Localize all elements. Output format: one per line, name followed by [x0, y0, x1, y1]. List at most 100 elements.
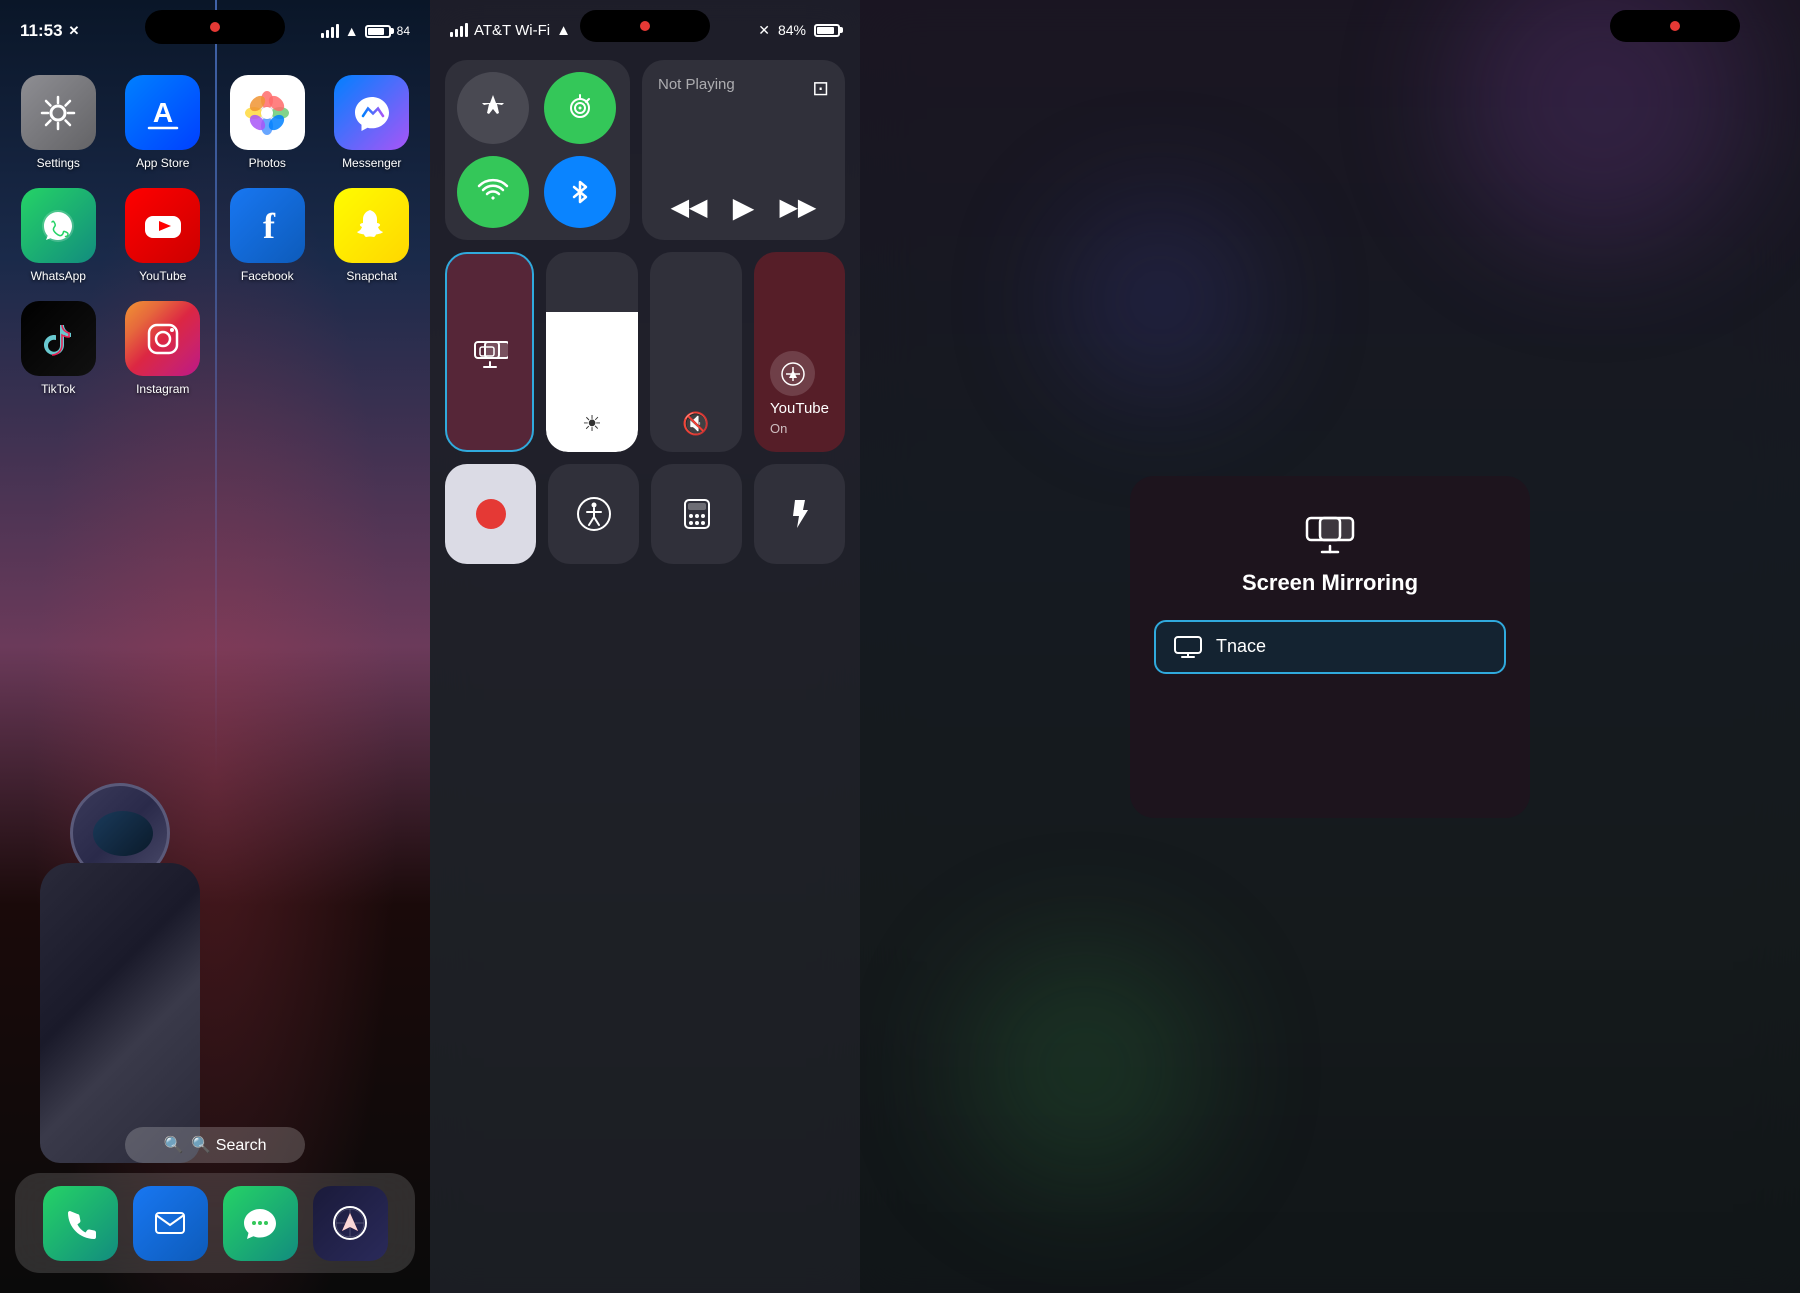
safari-icon[interactable] [313, 1186, 388, 1261]
wifi-toggle[interactable] [457, 156, 529, 228]
flashlight-icon [782, 496, 818, 532]
bg-blob-2 [960, 943, 1210, 1193]
instagram-icon[interactable] [125, 301, 200, 376]
body [40, 863, 200, 1163]
cc-row-2: ☀ 🔇 [445, 252, 845, 452]
bluetooth-toggle[interactable] [544, 156, 616, 228]
brightness-icon: ☀ [582, 411, 602, 437]
mirror-dynamic-island [1610, 10, 1740, 42]
battery-icon [365, 25, 391, 38]
instagram-svg [141, 317, 185, 361]
facebook-label: Facebook [241, 269, 294, 283]
next-button[interactable]: ▶▶ [779, 193, 816, 222]
cc-signal-2 [455, 29, 458, 37]
app-settings[interactable]: Settings [15, 75, 102, 170]
mirror-device-item[interactable]: Tnace [1154, 620, 1506, 674]
instagram-label: Instagram [136, 382, 189, 396]
signal-bar-2 [326, 30, 329, 38]
cellular-icon [564, 92, 596, 124]
dock [15, 1173, 415, 1273]
volume-slider[interactable]: 🔇 [650, 252, 742, 452]
calculator-button[interactable] [651, 464, 742, 564]
airplane-toggle[interactable] [457, 72, 529, 144]
screen-record-button[interactable] [445, 464, 536, 564]
appstore-label: App Store [136, 156, 189, 170]
youtube-svg [141, 204, 185, 248]
app-grid: Settings A App Store [15, 75, 415, 396]
messenger-icon[interactable] [334, 75, 409, 150]
cellular-toggle[interactable] [544, 72, 616, 144]
x-icon: ✕ [69, 23, 80, 39]
app-appstore[interactable]: A App Store [120, 75, 207, 170]
calculator-icon [679, 496, 715, 532]
prev-button[interactable]: ◀◀ [671, 193, 708, 222]
settings-icon[interactable] [21, 75, 96, 150]
dock-mail[interactable] [133, 1186, 208, 1261]
app-whatsapp[interactable]: WhatsApp [15, 188, 102, 283]
search-bar[interactable]: 🔍 🔍 Search [125, 1127, 305, 1163]
signal-bars [321, 24, 339, 38]
youtube-pip-label: YouTube [770, 400, 829, 417]
accessibility-button[interactable] [548, 464, 639, 564]
media-controls: ◀◀ ▶ ▶▶ [658, 191, 829, 224]
mail-icon[interactable] [133, 1186, 208, 1261]
wifi-icon: ▲ [345, 23, 359, 39]
youtube-on-label: On [770, 421, 787, 436]
app-photos[interactable]: Photos [224, 75, 311, 170]
safari-svg [328, 1201, 372, 1245]
play-button[interactable]: ▶ [733, 191, 755, 224]
accessibility-icon [575, 495, 613, 533]
yt-pip-icon [770, 351, 815, 396]
dock-phone[interactable] [43, 1186, 118, 1261]
youtube-icon[interactable] [125, 188, 200, 263]
dock-messages[interactable] [223, 1186, 298, 1261]
messages-icon[interactable] [223, 1186, 298, 1261]
status-icons-right: ▲ 84 [321, 23, 410, 39]
phone-icon[interactable] [43, 1186, 118, 1261]
app-snapchat[interactable]: Snapchat [329, 188, 416, 283]
screen-mirror-button[interactable] [445, 252, 534, 452]
tiktok-svg [36, 317, 80, 361]
whatsapp-label: WhatsApp [31, 269, 86, 283]
astronaut-decoration [20, 783, 220, 1163]
tiktok-icon[interactable] [21, 301, 96, 376]
airplay-icon[interactable]: ⊡ [812, 76, 829, 101]
status-bar: 11:53 ✕ ▲ 84 [0, 0, 430, 50]
dock-safari[interactable] [313, 1186, 388, 1261]
whatsapp-icon[interactable] [21, 188, 96, 263]
status-time: 11:53 ✕ [20, 21, 79, 41]
svg-text:A: A [153, 97, 173, 128]
svg-text:f: f [263, 206, 276, 246]
battery-percent: 84 [397, 24, 410, 38]
app-instagram[interactable]: Instagram [120, 301, 207, 396]
screen-mirroring-title: Screen Mirroring [1242, 570, 1418, 596]
cc-row-1: Not Playing ⊡ ◀◀ ▶ ▶▶ [445, 60, 845, 240]
app-tiktok[interactable]: TikTok [15, 301, 102, 396]
cc-content: Not Playing ⊡ ◀◀ ▶ ▶▶ [445, 60, 845, 564]
brightness-slider[interactable]: ☀ [546, 252, 638, 452]
snapchat-label: Snapchat [346, 269, 397, 283]
mirror-di-dot [1670, 21, 1680, 31]
mail-svg [150, 1203, 190, 1243]
app-facebook[interactable]: f Facebook [224, 188, 311, 283]
cc-row-3 [445, 464, 845, 564]
device-monitor-icon [1174, 636, 1202, 658]
snapchat-icon[interactable] [334, 188, 409, 263]
facebook-icon[interactable]: f [230, 188, 305, 263]
youtube-label: YouTube [139, 269, 186, 283]
youtube-pip-button[interactable]: YouTube On [754, 252, 845, 452]
cc-battery-percent: 84% [778, 22, 806, 38]
signal-bar-1 [321, 33, 324, 38]
photos-label: Photos [249, 156, 286, 170]
battery-fill [368, 28, 385, 35]
cc-status-bar: AT&T Wi-Fi ▲ ✕ 84% [430, 0, 860, 50]
appstore-icon[interactable]: A [125, 75, 200, 150]
search-text: 🔍 Search [191, 1135, 266, 1155]
app-youtube[interactable]: YouTube [120, 188, 207, 283]
flashlight-button[interactable] [754, 464, 845, 564]
cc-signal-3 [460, 26, 463, 37]
yt-icon-row [770, 351, 815, 396]
app-messenger[interactable]: Messenger [329, 75, 416, 170]
wifi-icon [477, 176, 509, 208]
photos-icon[interactable] [230, 75, 305, 150]
